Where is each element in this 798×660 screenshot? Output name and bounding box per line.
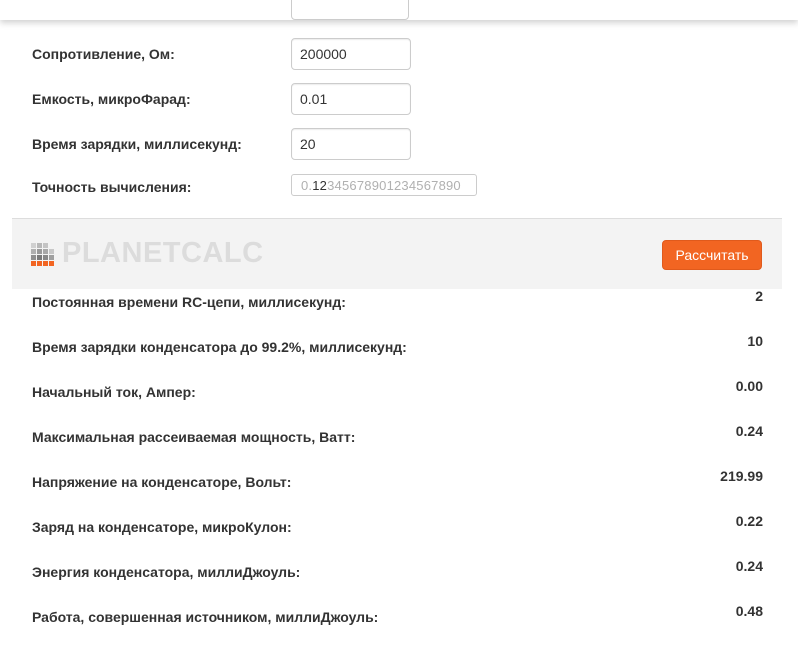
capacitance-row: Емкость, микроФарад: — [0, 83, 798, 115]
capacitance-label: Емкость, микроФарад: — [32, 91, 191, 107]
result-row: Заряд на конденсаторе, микроКулон: 0.22 — [0, 513, 798, 557]
charge-time-label: Время зарядки, миллисекунд: — [32, 136, 242, 152]
input-section: Сопротивление, Ом: Емкость, микроФарад: … — [0, 20, 798, 218]
calculate-button[interactable]: Рассчитать — [662, 240, 762, 270]
top-shadow-strip — [0, 0, 798, 20]
result-value: 0.24 — [735, 423, 763, 439]
precision-selected-digits: 12 — [312, 178, 328, 193]
calculator-header: PLANETCALC Рассчитать — [12, 218, 782, 289]
precision-row: Точность вычисления: 0.12345678901234567… — [0, 174, 798, 206]
result-row: Энергия конденсатора, миллиДжоуль: 0.24 — [0, 558, 798, 602]
clipped-input-field[interactable] — [291, 0, 409, 20]
precision-remaining-digits: 345678901234567890 — [327, 178, 461, 193]
result-value: 0.00 — [735, 378, 763, 394]
result-label: Энергия конденсатора, миллиДжоуль: — [32, 564, 301, 580]
resistance-row: Сопротивление, Ом: — [0, 38, 798, 70]
result-row: Постоянная времени RC-цепи, миллисекунд:… — [0, 288, 798, 332]
precision-label: Точность вычисления: — [32, 179, 192, 195]
result-value: 2 — [755, 288, 763, 304]
result-value: 0.48 — [735, 603, 763, 619]
planetcalc-logo-icon — [31, 243, 54, 266]
result-label: Время зарядки конденсатора до 99.2%, мил… — [32, 339, 407, 355]
planetcalc-logo-text: PLANETCALC — [62, 237, 264, 269]
result-row: Работа, совершенная источником, миллиДжо… — [0, 603, 798, 647]
precision-selector[interactable]: 0.12345678901234567890 — [291, 174, 477, 196]
result-value: 219.99 — [720, 468, 763, 484]
result-label: Максимальная рассеиваемая мощность, Ватт… — [32, 429, 356, 445]
resistance-input[interactable] — [291, 38, 411, 70]
charge-time-input[interactable] — [291, 128, 411, 160]
results-section: Постоянная времени RC-цепи, миллисекунд:… — [0, 288, 798, 660]
resistance-label: Сопротивление, Ом: — [32, 46, 175, 62]
result-value: 10 — [747, 333, 763, 349]
charge-time-row: Время зарядки, миллисекунд: — [0, 128, 798, 160]
result-label: Заряд на конденсаторе, микроКулон: — [32, 519, 292, 535]
result-label: Напряжение на конденсаторе, Вольт: — [32, 474, 292, 490]
result-row: Начальный ток, Ампер: 0.00 — [0, 378, 798, 422]
capacitance-input[interactable] — [291, 83, 411, 115]
precision-lead: 0. — [301, 178, 313, 193]
result-value: 0.24 — [735, 558, 763, 574]
result-label: Постоянная времени RC-цепи, миллисекунд: — [32, 294, 346, 310]
result-label: Начальный ток, Ампер: — [32, 384, 196, 400]
result-label: Работа, совершенная источником, миллиДжо… — [32, 609, 379, 625]
result-row: Напряжение на конденсаторе, Вольт: 219.9… — [0, 468, 798, 512]
result-row: Максимальная рассеиваемая мощность, Ватт… — [0, 423, 798, 467]
result-row: Время зарядки конденсатора до 99.2%, мил… — [0, 333, 798, 377]
result-value: 0.22 — [735, 513, 763, 529]
